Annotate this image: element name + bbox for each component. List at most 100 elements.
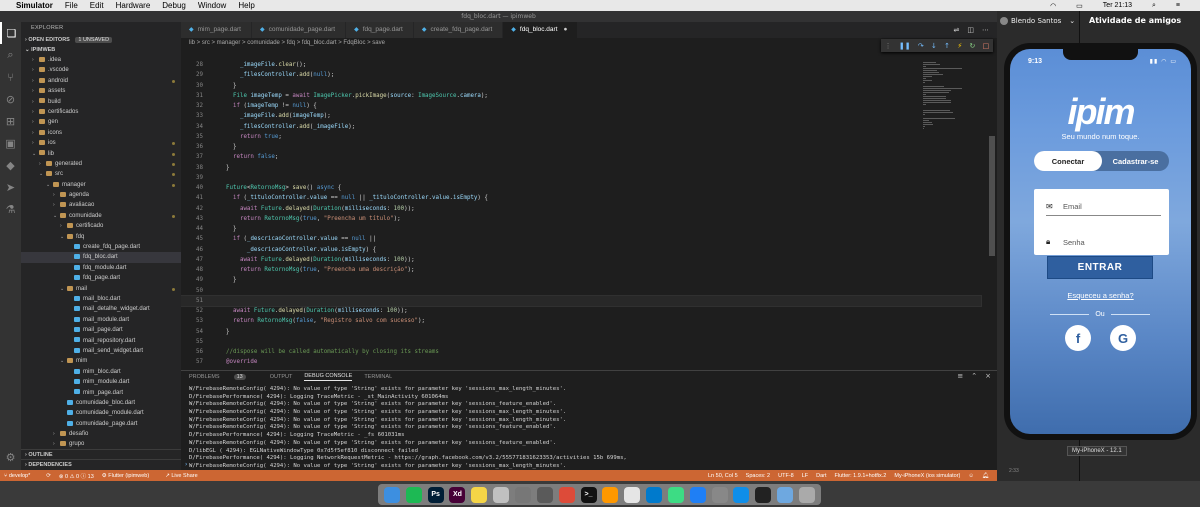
menu-window[interactable]: Window	[198, 1, 226, 10]
code-line[interactable]: 38 }	[181, 163, 981, 173]
chrome-icon[interactable]	[558, 486, 575, 503]
tree-folder[interactable]: › avaliacao	[21, 200, 181, 210]
preview-icon[interactable]	[493, 486, 510, 503]
teamviewer-icon[interactable]	[733, 486, 750, 503]
tab-problems[interactable]: PROBLEMS 13	[189, 373, 258, 381]
project-section[interactable]: ⌄ IPIMWEB	[21, 45, 181, 55]
editor-tab[interactable]: ◆ comunidade_page.dart	[251, 22, 347, 38]
minimap[interactable]	[921, 48, 981, 366]
code-line[interactable]: 49 }	[181, 275, 981, 285]
xd-icon[interactable]: Xd	[449, 486, 466, 503]
notes-icon[interactable]	[471, 486, 488, 503]
tree-file[interactable]: mail_module.dart	[21, 315, 181, 325]
notifications-icon[interactable]: 🔔︎	[982, 473, 989, 479]
xcode-tools-icon[interactable]	[624, 486, 641, 503]
finder-icon[interactable]	[383, 486, 400, 503]
vscode-icon[interactable]	[646, 486, 663, 503]
test-icon[interactable]: ⚗	[0, 198, 21, 220]
enter-button[interactable]: ENTRAR	[1047, 256, 1153, 279]
menubar-clock[interactable]: Ter 21:13	[1103, 2, 1132, 9]
open-editors-section[interactable]: › OPEN EDITORS 1 UNSAVED	[21, 35, 181, 45]
code-line[interactable]: 43 return RetornoMsg(true, "Preencha um …	[181, 214, 981, 224]
tab-connect[interactable]: Conectar	[1034, 151, 1102, 171]
app-store-icon[interactable]	[689, 486, 706, 503]
code-line[interactable]: 30 }	[181, 81, 981, 91]
wifi-icon[interactable]: ◠	[1050, 2, 1056, 10]
code-line[interactable]: 53 return RetornoMsg(false, "Registro sa…	[181, 316, 981, 326]
compare-icon[interactable]: ⇌	[954, 26, 960, 34]
tree-file[interactable]: mim_bloc.dart	[21, 367, 181, 377]
email-field[interactable]: ✉ Email	[1046, 198, 1161, 216]
tree-folder[interactable]: ⌄ mim	[21, 356, 181, 366]
console-input-prompt[interactable]: ›	[185, 461, 187, 468]
simulator-icon[interactable]	[711, 486, 728, 503]
code-line[interactable]: 44 }	[181, 224, 981, 234]
encoding[interactable]: UTF-8	[778, 473, 794, 479]
filter-icon[interactable]: ≡	[957, 372, 963, 380]
forgot-password-link[interactable]: Esqueceu a senha?	[1010, 291, 1191, 300]
line-ending[interactable]: LF	[802, 473, 808, 479]
tree-folder[interactable]: › certificados	[21, 107, 181, 117]
dark-app-icon[interactable]	[755, 486, 772, 503]
settings-gear-icon[interactable]: ⚙	[0, 446, 21, 468]
tab-terminal[interactable]: TERMINAL	[364, 374, 392, 381]
maximize-panel-icon[interactable]: ⌃	[971, 372, 977, 380]
tree-folder[interactable]: ⌄ src	[21, 169, 181, 179]
code-line[interactable]: 48 return RetornoMsg(true, "Preencha uma…	[181, 265, 981, 275]
tree-folder[interactable]: › generated	[21, 159, 181, 169]
code-line[interactable]: 31 File imageTemp = await ImagePicker.pi…	[181, 91, 981, 101]
tree-file[interactable]: comunidade_bloc.dart	[21, 398, 181, 408]
menu-debug[interactable]: Debug	[162, 1, 186, 10]
tab-signup[interactable]: Cadastrar-se	[1102, 157, 1169, 166]
editor-scrollbar[interactable]	[989, 136, 995, 256]
problems-status[interactable]: ⊗ 0 ⚠ 0 ⓘ 13	[59, 472, 94, 480]
code-line[interactable]: 32 if (imageTemp != null) {	[181, 101, 981, 111]
tree-file[interactable]: mim_module.dart	[21, 377, 181, 387]
editor-tab[interactable]: ◆ fdq_page.dart	[346, 22, 414, 38]
flutter-status[interactable]: ⚙ Flutter (ipimweb)	[102, 473, 157, 479]
system-prefs-icon[interactable]	[514, 486, 531, 503]
feedback-icon[interactable]: ☺	[968, 473, 974, 479]
search-icon[interactable]: ⌕	[1152, 2, 1156, 10]
code-line[interactable]: 35 return true;	[181, 132, 981, 142]
unsaved-dot-icon[interactable]: ●	[564, 26, 568, 33]
menubar-app-name[interactable]: Simulator	[16, 1, 53, 10]
tree-file[interactable]: mail_detalhe_widget.dart	[21, 304, 181, 314]
user-menu[interactable]: Blendo Santos ⌄	[1000, 17, 1075, 25]
tree-folder[interactable]: › desafio	[21, 429, 181, 439]
breadcrumb[interactable]: lib > src > manager > comunidade > fdq >…	[181, 38, 997, 48]
indentation[interactable]: Spaces: 2	[746, 473, 770, 479]
code-line[interactable]: 47 await Future.delayed(Duration(millise…	[181, 255, 981, 265]
tree-file[interactable]: mail_bloc.dart	[21, 294, 181, 304]
tree-folder[interactable]: › android	[21, 76, 181, 86]
menu-file[interactable]: File	[65, 1, 78, 10]
tree-file[interactable]: mail_send_widget.dart	[21, 346, 181, 356]
editor-tab[interactable]: ◆ mim_page.dart	[181, 22, 252, 38]
code-line[interactable]: 28 _imageFile.clear();	[181, 60, 981, 70]
flutter-version[interactable]: Flutter: 1.9.1+hotfix.2	[835, 473, 887, 479]
tree-folder[interactable]: ⌄ mail	[21, 284, 181, 294]
tree-folder[interactable]: › icons	[21, 128, 181, 138]
code-line[interactable]: 55	[181, 337, 981, 347]
tree-folder[interactable]: ⌄ fdq	[21, 232, 181, 242]
photoshop-icon[interactable]: Ps	[427, 486, 444, 503]
tree-folder[interactable]: › .idea	[21, 55, 181, 65]
explorer-icon[interactable]: ❏	[0, 22, 21, 44]
remote-icon[interactable]: ▣	[0, 132, 21, 154]
editor-tab[interactable]: ◆ create_fdq_page.dart	[413, 22, 504, 38]
code-line[interactable]: 41 if (_tituloController.value == null |…	[181, 193, 981, 203]
tree-file[interactable]: fdq_bloc.dart	[21, 252, 181, 263]
tree-file[interactable]: create_fdq_page.dart	[21, 242, 181, 252]
tree-file[interactable]: fdq_module.dart	[21, 263, 181, 273]
split-editor-icon[interactable]: ◫	[967, 26, 974, 34]
tree-file[interactable]: mail_repository.dart	[21, 336, 181, 346]
code-line[interactable]: 29 _filesController.add(null);	[181, 70, 981, 80]
menu-list-icon[interactable]: ≡	[1176, 2, 1180, 9]
source-control-icon[interactable]: ⑂	[0, 66, 21, 88]
sync-icon[interactable]: ⟳	[46, 473, 51, 479]
editor-tab[interactable]: ◆ fdq_bloc.dart ●	[503, 22, 579, 38]
tree-file[interactable]: comunidade_module.dart	[21, 408, 181, 418]
debug-icon[interactable]: ⊘	[0, 88, 21, 110]
tree-file[interactable]: comunidade_page.dart	[21, 419, 181, 429]
code-line[interactable]: 39	[181, 173, 981, 183]
